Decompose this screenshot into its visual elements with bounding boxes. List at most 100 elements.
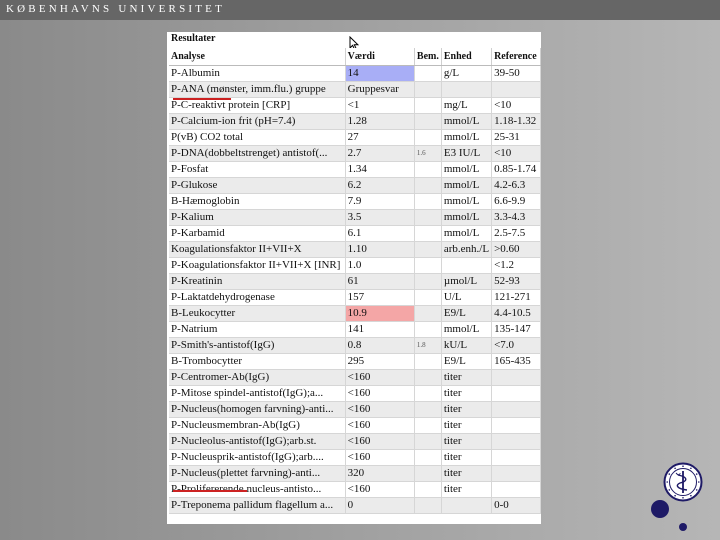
table-row[interactable]: B-Leukocytter 10.9 E9/L 4.4-10.5 [169,305,541,322]
table-row[interactable]: B-Hæmoglobin 7.9 mmol/L 6.6-9.9 [169,193,541,210]
table-row[interactable]: P-DNA(dobbeltstrenget) antistof(... 2.7 1.… [169,145,541,162]
cell-vaerdi: 1.28 [345,113,415,130]
cell-reference [491,417,541,434]
cell-analyse: Koagulationsfaktor II+VII+X [169,241,346,258]
cell-analyse: P-Karbamid [169,225,346,242]
cell-enhed: mmol/L [441,225,493,242]
cell-analyse: B-Hæmoglobin [169,193,346,210]
cell-enhed: mmol/L [441,321,493,338]
header-enhed[interactable]: Enhed [441,48,493,66]
table-row[interactable]: P-Karbamid 6.1 mmol/L 2.5-7.5 [169,225,541,242]
cell-analyse: P-Smith's-antistof(IgG) [169,337,346,354]
cell-enhed: titer [441,433,493,450]
cell-enhed: E9/L [441,353,493,370]
cell-vaerdi: 27 [345,129,415,146]
table-row[interactable]: P(vB) CO2 total 27 mmol/L 25-31 [169,129,541,146]
cell-enhed: mg/L [441,97,493,114]
cell-reference [491,449,541,466]
table-row[interactable]: P-ANA (mønster, imm.flu.) gruppe Gruppesv… [169,81,541,98]
cell-reference: 0.85-1.74 [491,161,541,178]
table-row[interactable]: P-Calcium-ion frit (pH=7.4) 1.28 mmol/L 1.1… [169,113,541,130]
cell-reference: 135-147 [491,321,541,338]
cell-analyse: P-Calcium-ion frit (pH=7.4) [169,113,346,130]
cell-reference: <1.2 [491,257,541,274]
cell-analyse: P-Kalium [169,209,346,226]
cell-reference: 1.18-1.32 [491,113,541,130]
table-row[interactable]: P-Albumin 14 g/L 39-50 [169,65,541,82]
cell-bem [414,449,442,466]
header-bem[interactable]: Bem. [414,48,442,66]
cell-vaerdi: <160 [345,401,415,418]
cell-enhed: kU/L [441,337,493,354]
cell-bem [414,241,442,258]
annotation-underline-nucleus [173,490,247,492]
cell-enhed: µmol/L [441,273,493,290]
cell-reference: 0-0 [491,497,541,514]
table-row[interactable]: P-Natrium 141 mmol/L 135-147 [169,321,541,338]
university-seal-icon [663,462,703,502]
annotation-underline-ana [173,98,231,100]
cell-vaerdi: <160 [345,385,415,402]
cell-vaerdi: 1.10 [345,241,415,258]
header-analyse[interactable]: Analyse [169,48,346,66]
cell-reference: <10 [491,145,541,162]
table-row[interactable]: P-Nucleus(plettet farvning)-anti... 320 ti… [169,465,541,482]
table-row[interactable]: P-Glukose 6.2 mmol/L 4.2-6.3 [169,177,541,194]
decorative-dot-small [679,523,687,531]
table-row[interactable]: P-Nucleusprik-antistof(IgG);arb.... <160 t… [169,449,541,466]
cell-reference [491,401,541,418]
cell-analyse: P-Nucleusprik-antistof(IgG);arb.... [169,449,346,466]
cell-reference: 52-93 [491,273,541,290]
cell-vaerdi: <1 [345,97,415,114]
table-row[interactable]: B-Trombocytter 295 E9/L 165-435 [169,353,541,370]
cell-bem [414,257,442,274]
table-row[interactable]: P-Nucleusmembran-Ab(IgG) <160 titer [169,417,541,434]
cell-analyse: B-Leukocytter [169,305,346,322]
cell-analyse: P-Treponema pallidum flagellum a... [169,497,346,514]
table-row[interactable]: P-Treponema pallidum flagellum a... 0 0-0 [169,497,541,514]
table-row[interactable]: P-Nucleus(homogen farvning)-anti... <160 t… [169,401,541,418]
cell-bem [414,289,442,306]
cell-bem [414,385,442,402]
cell-analyse: P-Kreatinin [169,273,346,290]
cell-bem [414,465,442,482]
cell-bem [414,417,442,434]
cell-enhed: titer [441,417,493,434]
cell-bem [414,97,442,114]
cell-enhed [441,257,493,274]
table-row[interactable]: P-Nucleolus-antistof(IgG);arb.st. <160 tit… [169,433,541,450]
cell-bem [414,209,442,226]
cell-vaerdi: 6.1 [345,225,415,242]
cell-analyse: P-Nucleus(plettet farvning)-anti... [169,465,346,482]
cell-enhed: mmol/L [441,209,493,226]
cell-bem [414,129,442,146]
table-row[interactable]: P-Smith's-antistof(IgG) 0.8 1.8 kU/L <7.0 [169,337,541,354]
cell-enhed: titer [441,465,493,482]
cell-analyse: P-Nucleolus-antistof(IgG);arb.st. [169,433,346,450]
university-banner: KØBENHAVNS UNIVERSITET [0,0,720,20]
cell-vaerdi: <160 [345,369,415,386]
cell-bem [414,321,442,338]
cell-analyse: P-Laktatdehydrogenase [169,289,346,306]
cell-reference: 6.6-9.9 [491,193,541,210]
table-row[interactable]: P-Fosfat 1.34 mmol/L 0.85-1.74 [169,161,541,178]
header-vaerdi[interactable]: Værdi [345,48,415,66]
cell-analyse: P(vB) CO2 total [169,129,346,146]
header-reference[interactable]: Reference [491,48,541,66]
cell-enhed: mmol/L [441,193,493,210]
table-row[interactable]: P-Kreatinin 61 µmol/L 52-93 [169,273,541,290]
table-row[interactable]: Koagulationsfaktor II+VII+X 1.10 arb.enh./… [169,241,541,258]
results-table-body: P-Albumin 14 g/L 39-50 P-ANA (mønster, imm.f… [169,65,541,514]
table-row[interactable]: P-Koagulationsfaktor II+VII+X [INR] 1.0 <1… [169,257,541,274]
table-row[interactable]: P-Kalium 3.5 mmol/L 3.3-4.3 [169,209,541,226]
cell-vaerdi: 7.9 [345,193,415,210]
table-row[interactable]: P-Mitose spindel-antistof(IgG);a... <160 t… [169,385,541,402]
cell-bem: 1.8 [414,337,442,354]
table-row[interactable]: P-Centromer-Ab(IgG) <160 titer [169,369,541,386]
table-row[interactable]: P-Laktatdehydrogenase 157 U/L 121-271 [169,289,541,306]
cell-enhed: mmol/L [441,161,493,178]
cell-vaerdi: <160 [345,449,415,466]
panel-title: Resultater [171,33,216,44]
cell-vaerdi: 3.5 [345,209,415,226]
cell-reference [491,465,541,482]
